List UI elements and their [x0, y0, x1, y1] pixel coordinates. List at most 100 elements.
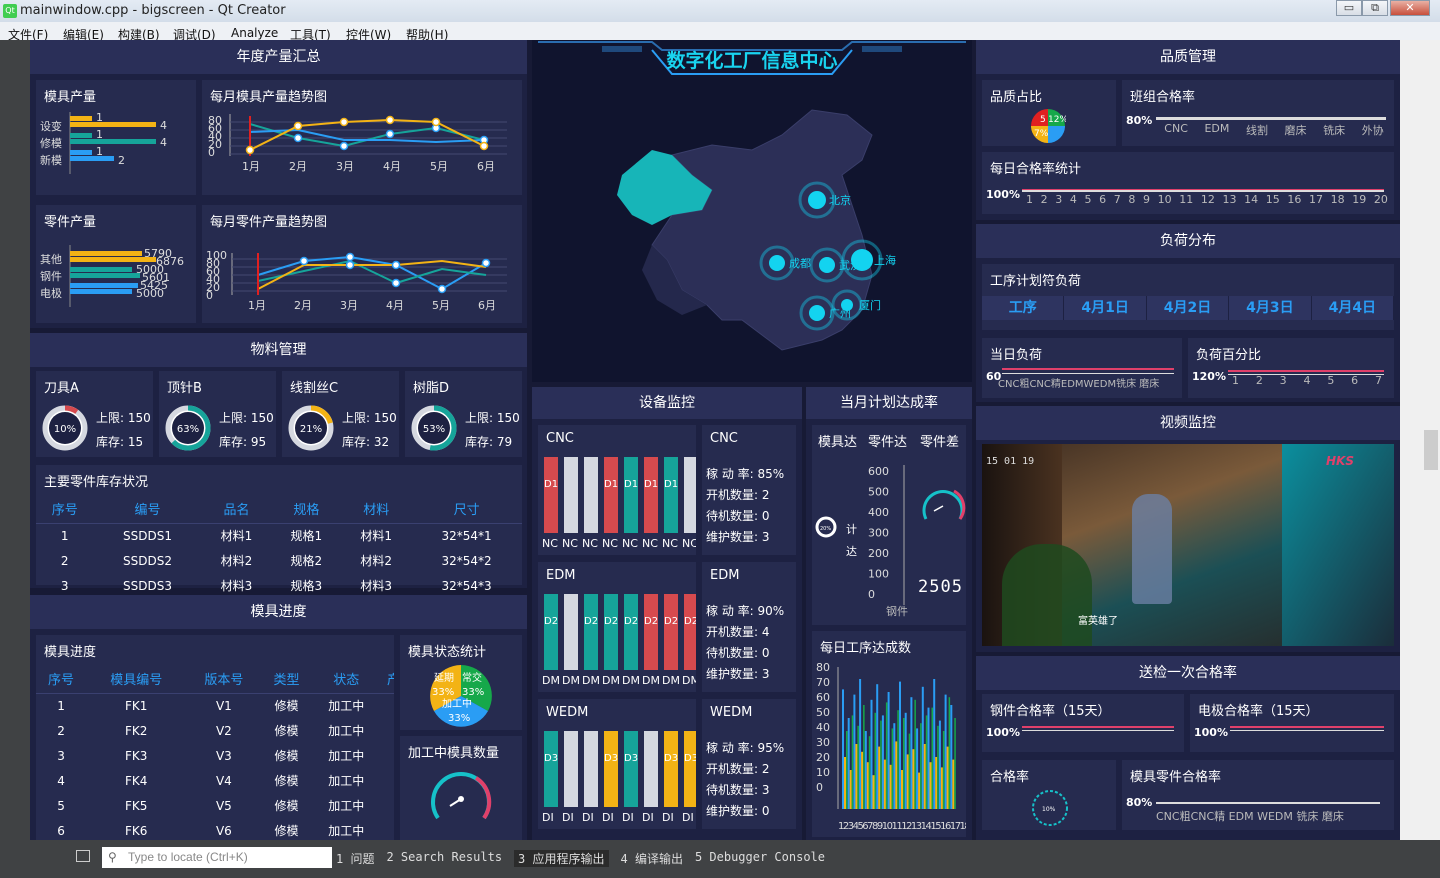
machine-bar[interactable]: D2 [624, 594, 638, 670]
load-column-header[interactable]: 工序 [982, 296, 1065, 320]
table-row[interactable]: 2 SSDDS2 材料2 规格2 材料2 32*54*2 [36, 548, 522, 573]
table-cell: 修模 [274, 824, 299, 838]
output-tab[interactable]: 5 Debugger Console [695, 850, 825, 867]
machine-bar[interactable] [644, 731, 658, 807]
material-ring: 53% [411, 405, 457, 451]
material-card: 顶针B 63% 上限: 150 库存: 95 [159, 371, 276, 457]
y-tick: 20 [816, 751, 830, 764]
daily-bar [940, 767, 943, 809]
machine-bar[interactable]: D1 [624, 457, 638, 533]
machine-bar[interactable]: D2 [684, 594, 696, 670]
daily-bar [954, 718, 956, 809]
load-x-label: 1 [1232, 374, 1239, 387]
machine-bar[interactable] [564, 731, 578, 807]
material-title: 物料管理 [30, 333, 527, 367]
daily-bar [874, 712, 876, 809]
machine-bar[interactable]: D1 [604, 457, 618, 533]
column-header[interactable]: 材料 [341, 495, 411, 523]
column-header[interactable]: 产 [381, 665, 394, 693]
machine-bar[interactable] [584, 457, 598, 533]
plan-panel: 模具达 零件达 零件差 20% 计 达 600 500 400 300 200 100 0 … [812, 425, 966, 625]
video-feed[interactable]: 15 01 19 HKS 富英雄了 [982, 444, 1394, 646]
machine-bar[interactable]: D3 [604, 731, 618, 807]
machine-bar[interactable]: D3 [664, 731, 678, 807]
scrollbar[interactable] [1424, 430, 1438, 470]
machine-bar[interactable]: D2 [584, 594, 598, 670]
output-tab[interactable]: 3 应用程序输出 [514, 850, 609, 867]
machine-bar[interactable]: D3 [684, 731, 696, 807]
machine-bar[interactable] [584, 731, 598, 807]
column-header[interactable]: 模具编号 [86, 665, 186, 693]
machine-bar[interactable]: D2 [664, 594, 678, 670]
column-header[interactable]: 尺寸 [411, 495, 522, 523]
table-row[interactable]: 5 FK5 V5 修模 加工中 [36, 793, 394, 818]
machine-bar[interactable]: D3 [624, 731, 638, 807]
output-tab[interactable]: 4 编译输出 [621, 850, 683, 867]
load-column-header[interactable]: 4月4日 [1311, 296, 1395, 320]
machine-bar[interactable] [684, 457, 696, 533]
part-output-label: 零件产量 [44, 215, 97, 230]
day-label: 14 [1244, 193, 1259, 206]
column-header[interactable]: 规格 [271, 495, 341, 523]
table-cell: 4 [57, 773, 65, 788]
close-button[interactable]: ✕ [1390, 0, 1430, 16]
column-header[interactable]: 编号 [93, 495, 201, 523]
vertical-label: 计 [846, 523, 857, 536]
output-tab[interactable]: 1 问题 [336, 850, 374, 867]
machine-bar[interactable]: D1 [664, 457, 678, 533]
table-row[interactable]: 1 SSDDS1 材料1 规格1 材料1 32*54*1 [36, 523, 522, 548]
locator-input[interactable]: Type to locate (Ctrl+K) [102, 847, 332, 868]
team-pass-bar [1156, 117, 1386, 120]
daily-pass-bar [1022, 189, 1384, 192]
tab-mold-achieve[interactable]: 模具达 [818, 431, 858, 450]
machine-bar[interactable] [564, 457, 578, 533]
mold-progress-section: 模具进度 模具进度 序号 模具编号 版本号 类型 状态产 1 FK1 V1 修模 加工中 2 FK2… [30, 595, 527, 840]
column-header[interactable]: 类型 [261, 665, 311, 693]
x-tick: 2月 [294, 299, 312, 312]
column-header[interactable]: 状态 [312, 665, 381, 693]
load-column-header[interactable]: 4月3日 [1229, 296, 1312, 320]
daily-bar [864, 731, 867, 809]
menu-analyze[interactable]: Analyze [231, 26, 278, 40]
tab-part-achieve[interactable]: 零件达 [868, 431, 908, 450]
machine-bar[interactable]: D1 [644, 457, 658, 533]
daily-bar [925, 715, 928, 809]
machine-bar[interactable] [564, 594, 578, 670]
column-header[interactable]: 品名 [202, 495, 272, 523]
material-limit: 上限: 150 [219, 411, 274, 425]
machine-label: DI [622, 811, 634, 824]
mold-part-pass-title: 模具零件合格率 [1130, 770, 1222, 785]
column-header[interactable]: 序号 [36, 495, 93, 523]
machine-bar[interactable]: D2 [604, 594, 618, 670]
machine-bar[interactable]: D1 [544, 457, 558, 533]
machine-bar[interactable]: D2 [644, 594, 658, 670]
minimize-button[interactable]: ▭ [1336, 0, 1362, 16]
column-header[interactable]: 版本号 [186, 665, 261, 693]
material-pct: 53% [423, 424, 445, 435]
table-cell: FK3 [125, 748, 148, 763]
toggle-sidebar-icon[interactable] [76, 850, 90, 862]
team-cat: 铣床 [1323, 124, 1346, 137]
output-tab[interactable]: 2 Search Results [386, 850, 502, 867]
table-row[interactable]: 6 FK6 V6 修模 加工中 [36, 818, 394, 840]
machine-label: NC [602, 537, 618, 550]
column-header[interactable]: 序号 [36, 665, 86, 693]
tab-part-diff[interactable]: 零件差 [920, 431, 960, 450]
table-cell: 材料2 [220, 554, 253, 568]
maximize-button[interactable]: ⧉ [1362, 0, 1388, 16]
machine-label: DI [542, 811, 554, 824]
load-column-header[interactable]: 4月2日 [1146, 296, 1230, 320]
machine-bar[interactable]: D3 [544, 731, 558, 807]
table-row[interactable]: 1 FK1 V1 修模 加工中 [36, 693, 394, 718]
table-row[interactable]: 4 FK4 V4 修模 加工中 [36, 768, 394, 793]
daily-bar [895, 741, 898, 809]
table-row[interactable]: 3 FK3 V3 修模 加工中 [36, 743, 394, 768]
material-limit: 上限: 150 [342, 411, 397, 425]
annual-title: 年度产量汇总 [30, 40, 527, 74]
load-column-header[interactable]: 4月1日 [1064, 296, 1147, 320]
table-row[interactable]: 2 FK2 V2 修模 加工中 [36, 718, 394, 743]
equipment-on: 开机数量: 4 [706, 625, 770, 639]
table-cell: 修模 [274, 774, 299, 788]
equipment-name: CNC [710, 431, 738, 446]
machine-bar[interactable]: D2 [544, 594, 558, 670]
